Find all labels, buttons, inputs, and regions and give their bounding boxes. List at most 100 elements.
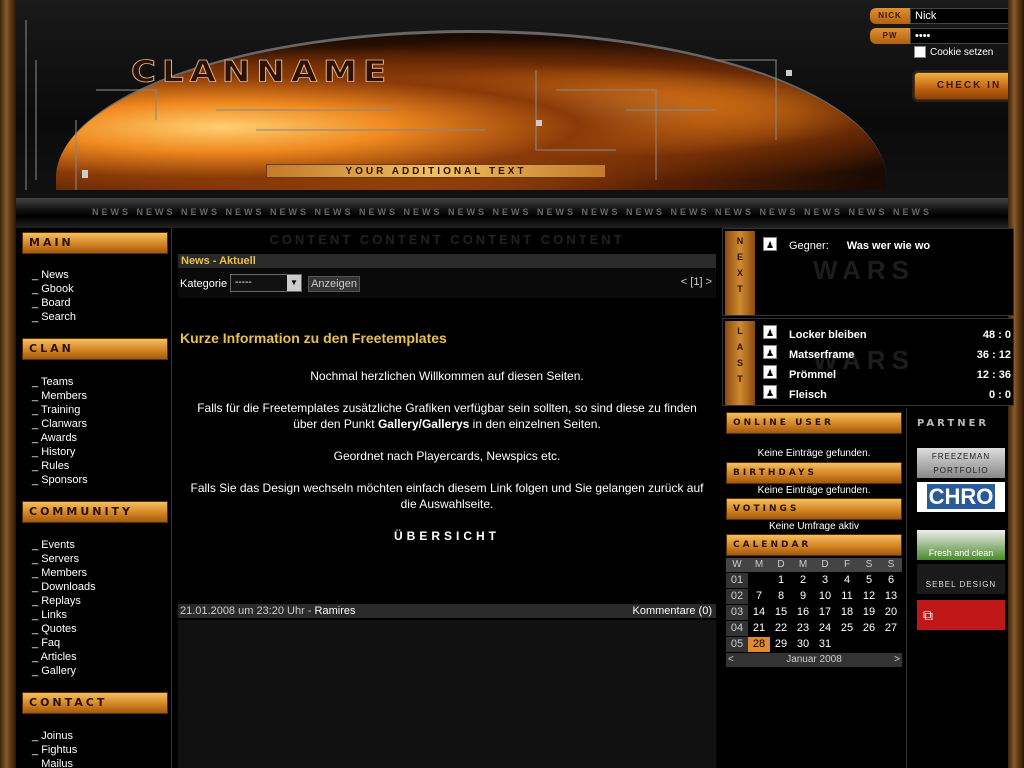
comments-link[interactable]: Kommentare (0): [633, 604, 712, 618]
calendar-day[interactable]: 5: [858, 573, 880, 588]
nav-item-faq[interactable]: Faq: [32, 636, 96, 650]
partner-logo-red[interactable]: ⧉: [917, 600, 1005, 630]
calendar-week-row: 02 7 8 9 10 11 12 13: [726, 589, 902, 604]
calendar-day[interactable]: 4: [836, 573, 858, 588]
calendar-day[interactable]: 6: [880, 573, 902, 588]
calendar-day[interactable]: 7: [748, 589, 770, 604]
calendar-body: 01 1 2 3 4 5 6 02 7 8 9 10 11 12 13 03 14 15 16 17 18 19 20 04 2…: [726, 573, 902, 652]
partner-logo-sebel[interactable]: SEBEL DESIGN: [917, 564, 1005, 594]
article-author-link[interactable]: Ramires: [315, 605, 356, 617]
online-user-text: Keine Einträge gefunden.: [757, 448, 871, 459]
calendar-day[interactable]: 9: [792, 589, 814, 604]
calendar-day[interactable]: 18: [836, 605, 858, 620]
war-result-row[interactable]: Fleisch 0 : 0: [789, 387, 1011, 403]
nav-item-fightus[interactable]: Fightus: [32, 743, 77, 757]
nav-item-clanwars[interactable]: Clanwars: [32, 417, 88, 431]
nav-item-community-members[interactable]: Members: [32, 566, 96, 580]
nav-item-board[interactable]: Board: [32, 296, 76, 310]
online-user-head: ONLINE USER: [726, 412, 902, 434]
calendar-day[interactable]: 20: [880, 605, 902, 620]
calendar-next-button[interactable]: >: [894, 653, 900, 667]
calendar-day[interactable]: 12: [858, 589, 880, 604]
game-icon: ♟: [763, 237, 777, 251]
nav-item-rules[interactable]: Rules: [32, 459, 88, 473]
war-result-row[interactable]: Locker bleiben 48 : 0: [789, 327, 1011, 343]
article-paragraph: Geordnet nach Playercards, Newspics etc.: [333, 449, 561, 463]
calendar-day[interactable]: 16: [792, 605, 814, 620]
calendar-day[interactable]: 19: [858, 605, 880, 620]
weekday-label: D: [777, 559, 785, 570]
nav-item-gallery[interactable]: Gallery: [32, 664, 96, 678]
calendar-day[interactable]: 10: [814, 589, 836, 604]
nav-item-quotes[interactable]: Quotes: [32, 622, 96, 636]
nav-item-events[interactable]: Events: [32, 538, 96, 552]
calendar-prev-button[interactable]: <: [728, 653, 734, 667]
nav-item-search[interactable]: Search: [32, 310, 76, 324]
nav-item-awards[interactable]: Awards: [32, 431, 88, 445]
partner-logo-freezeman[interactable]: FREEZEMAN PORTFOLIO: [917, 448, 1005, 478]
calendar-day[interactable]: 24: [814, 621, 836, 636]
nav-item-sponsors[interactable]: Sponsors: [32, 473, 87, 487]
calendar-day[interactable]: 17: [814, 605, 836, 620]
war-result-row[interactable]: Matserframe 36 : 12: [789, 347, 1011, 363]
calendar-day: [836, 637, 858, 652]
chevron-down-icon[interactable]: ▼: [287, 275, 301, 291]
cookie-checkbox[interactable]: [914, 46, 926, 58]
calendar-day[interactable]: 13: [880, 589, 902, 604]
next-wars-panel: NEXT WARS ♟ Gegner: Was wer wie wo: [722, 228, 1014, 316]
nav-item-gbook[interactable]: Gbook: [32, 282, 76, 296]
calendar-day[interactable]: 28: [748, 637, 770, 652]
nav-item-news[interactable]: News: [32, 268, 76, 282]
nav-item-training[interactable]: Training: [32, 403, 88, 417]
nav-item-mailus[interactable]: Mailus: [32, 757, 77, 768]
partner-logo-fresh[interactable]: Fresh and clean: [917, 530, 1005, 560]
clan-logo[interactable]: CLANNAME: [130, 55, 392, 90]
calendar-day[interactable]: 31: [814, 637, 836, 652]
pager[interactable]: < [1] >: [681, 276, 712, 288]
calendar-day[interactable]: 25: [836, 621, 858, 636]
overview-link[interactable]: ÜBERSICHT: [188, 528, 706, 544]
partner-mark-icon: ⧉: [923, 607, 933, 623]
content-empty-area: [178, 620, 716, 768]
calendar-day[interactable]: 29: [770, 637, 792, 652]
partner-logo-chro[interactable]: CHRO: [917, 482, 1005, 512]
nav-item-history[interactable]: History: [32, 445, 88, 459]
calendar-day[interactable]: 15: [770, 605, 792, 620]
war-result-row[interactable]: Prömmel 12 : 36: [789, 367, 1011, 383]
next-war-row[interactable]: Gegner: Was wer wie wo: [789, 239, 930, 253]
calendar-day[interactable]: 21: [748, 621, 770, 636]
war-score: 48 : 0: [982, 329, 1011, 341]
nav-item-teams[interactable]: Teams: [32, 375, 88, 389]
next-wars-tab: NEXT: [725, 231, 755, 315]
nav-item-replays[interactable]: Replays: [32, 594, 96, 608]
calendar-day[interactable]: 26: [858, 621, 880, 636]
side-column: ONLINE USER Keine Einträge gefunden. BIR…: [724, 408, 904, 768]
gallery-link[interactable]: Gallery/Gallerys: [378, 417, 469, 431]
votings-text: Keine Umfrage aktiv: [768, 521, 860, 532]
checkin-button[interactable]: CHECK IN: [914, 72, 1008, 100]
show-button[interactable]: Anzeigen: [308, 276, 360, 292]
nav-item-members[interactable]: Members: [32, 389, 88, 403]
category-select[interactable]: ----- ▼: [230, 274, 302, 292]
calendar-day[interactable]: 23: [792, 621, 814, 636]
calendar-day[interactable]: 14: [748, 605, 770, 620]
nav-item-joinus[interactable]: Joinus: [32, 729, 77, 743]
calendar-day[interactable]: 11: [836, 589, 858, 604]
calendar-day[interactable]: 27: [880, 621, 902, 636]
calendar-nav: < Januar 2008 >: [726, 653, 902, 667]
calendar-day[interactable]: 1: [770, 573, 792, 588]
nav-item-articles[interactable]: Articles: [32, 650, 96, 664]
nav-item-downloads[interactable]: Downloads: [32, 580, 95, 594]
nick-input[interactable]: Nick: [910, 8, 1008, 24]
calendar-day[interactable]: 3: [814, 573, 836, 588]
last-tab-label: LAST: [736, 326, 744, 384]
calendar-day[interactable]: 2: [792, 573, 814, 588]
password-input[interactable]: ••••: [910, 28, 1008, 44]
calendar-day[interactable]: 8: [770, 589, 792, 604]
weekday-label: S: [865, 559, 873, 570]
nav-item-servers[interactable]: Servers: [32, 552, 96, 566]
calendar-day[interactable]: 22: [770, 621, 792, 636]
nav-item-links[interactable]: Links: [32, 608, 96, 622]
calendar-day[interactable]: 30: [792, 637, 814, 652]
nav-head-community: COMMUNITY: [22, 501, 168, 523]
